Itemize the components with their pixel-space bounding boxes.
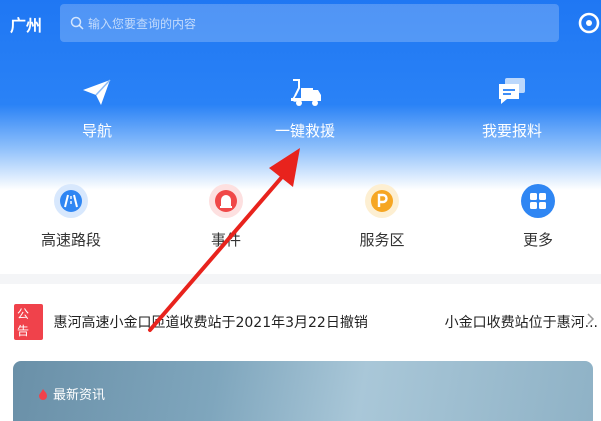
search-placeholder: 输入您要查询的内容 [88, 16, 197, 31]
highway-icon-bg [54, 184, 88, 218]
highway-icon [60, 190, 82, 212]
incident-icon-bg [209, 184, 243, 218]
latest-news-title: 最新资讯 [53, 388, 106, 403]
latest-news-header: 最新资讯 [37, 384, 105, 403]
one-key-rescue-button[interactable]: 一键救援 [235, 74, 375, 141]
service-area-label: 服务区 [359, 231, 405, 249]
tow-truck-icon [291, 79, 321, 106]
notice-bar[interactable]: 公告 惠河高速小金口匝道收费站于2021年3月22日撤销 小金口收费站位于惠河.… [0, 304, 601, 340]
notice-text-1[interactable]: 惠河高速小金口匝道收费站于2021年3月22日撤销 [53, 312, 434, 332]
more-label: 更多 [522, 231, 553, 249]
report-button[interactable]: 我要报料 [442, 74, 582, 141]
more-button[interactable]: 更多 [478, 184, 598, 250]
chat-report-icon [499, 78, 525, 104]
scan-icon[interactable] [576, 10, 601, 36]
service-area-icon-bg [365, 184, 399, 218]
parking-icon [371, 190, 393, 212]
report-label: 我要报料 [481, 122, 542, 140]
service-area-button[interactable]: 服务区 [322, 184, 442, 250]
nav-label: 导航 [81, 122, 112, 140]
search-icon [70, 16, 84, 30]
flame-icon [39, 388, 47, 400]
notice-text-2[interactable]: 小金口收费站位于惠河... [445, 312, 601, 332]
notice-tag: 公告 [14, 304, 44, 340]
section-divider [0, 274, 601, 284]
nav-button[interactable]: 导航 [27, 74, 167, 141]
alarm-light-icon [215, 190, 237, 212]
paper-plane-icon [83, 79, 111, 105]
highway-label: 高速路段 [40, 231, 101, 249]
grid-icon [530, 193, 546, 209]
incident-label: 事件 [210, 231, 241, 249]
search-bar[interactable]: 输入您要查询的内容 [60, 4, 559, 42]
chevron-right-icon[interactable] [586, 312, 596, 326]
more-icon-bg [521, 184, 555, 218]
highway-section-button[interactable]: 高速路段 [11, 184, 131, 250]
latest-news-card[interactable]: 最新资讯 [13, 361, 593, 421]
city-selector[interactable]: 广州 [10, 12, 42, 36]
header-banner: 广州 输入您要查询的内容 导航 一键救援 我要报料 [0, 0, 601, 190]
rescue-label: 一键救援 [274, 122, 335, 140]
incident-button[interactable]: 事件 [166, 184, 286, 250]
